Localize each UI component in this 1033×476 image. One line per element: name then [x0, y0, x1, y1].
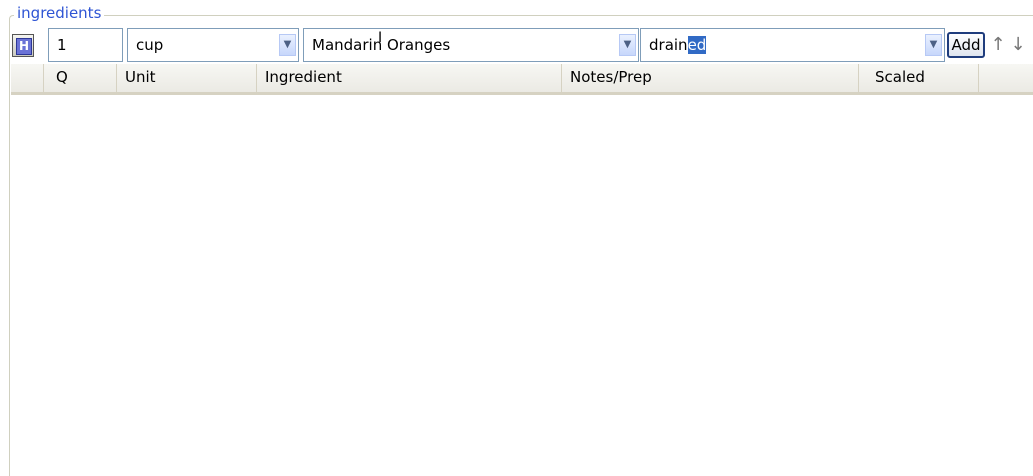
- notes-autocomplete-selection: ed: [687, 36, 707, 54]
- ingredient-combobox[interactable]: Mandarin Oranges ▼: [303, 28, 639, 62]
- notes-combobox[interactable]: drained ▼: [640, 28, 945, 62]
- chevron-down-icon[interactable]: ▼: [279, 34, 296, 56]
- ingredients-list[interactable]: [11, 95, 1033, 453]
- column-header-quantity[interactable]: Q: [43, 64, 116, 92]
- add-button[interactable]: Add: [947, 32, 985, 58]
- column-header-notes[interactable]: Notes/Prep: [561, 64, 858, 92]
- text-cursor-icon: I: [378, 30, 383, 46]
- heading-button[interactable]: H: [12, 34, 34, 57]
- ingredients-legend: ingredients: [14, 4, 105, 22]
- unit-value: cup: [136, 36, 164, 54]
- unit-combobox[interactable]: cup ▼: [127, 28, 299, 62]
- move-down-icon[interactable]: ↓: [1010, 35, 1026, 55]
- notes-value: drained: [649, 36, 707, 54]
- column-header-spacer: [978, 64, 1033, 92]
- column-header-unit[interactable]: Unit: [116, 64, 256, 92]
- column-header-ingredient[interactable]: Ingredient: [256, 64, 561, 92]
- move-up-icon[interactable]: ↑: [990, 35, 1006, 55]
- chevron-down-icon[interactable]: ▼: [925, 34, 942, 56]
- ingredients-table-header: Q Unit Ingredient Notes/Prep Scaled: [11, 64, 1033, 95]
- chevron-down-icon[interactable]: ▼: [619, 34, 636, 56]
- quantity-value: 1: [57, 36, 67, 54]
- column-header-scaled[interactable]: Scaled: [858, 64, 978, 92]
- heading-icon: H: [16, 38, 32, 55]
- notes-typed-text: drain: [649, 36, 688, 54]
- quantity-input[interactable]: 1: [48, 28, 123, 62]
